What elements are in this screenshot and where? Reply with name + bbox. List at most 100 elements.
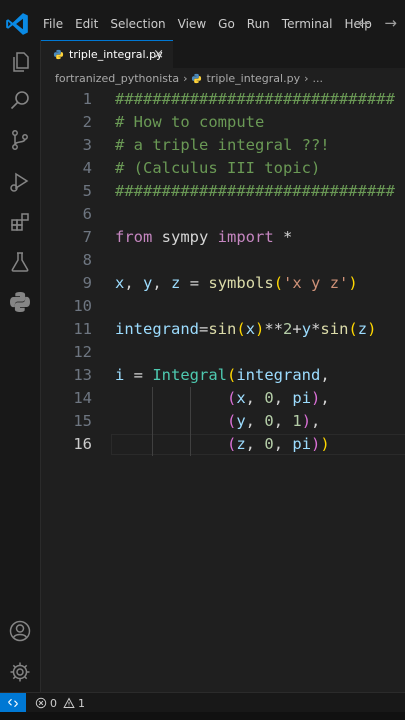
close-icon[interactable]: × — [153, 47, 164, 62]
navigation-arrows: ← → — [358, 14, 397, 32]
code-text: ############################## — [115, 88, 395, 111]
line-number: 1 — [82, 90, 92, 108]
code-line[interactable]: 8 — [41, 249, 405, 272]
remote-indicator-icon[interactable] — [0, 693, 26, 713]
code-text: (y, 0, 1), — [115, 410, 320, 433]
explorer-icon[interactable] — [8, 50, 32, 74]
indent-guide — [189, 387, 191, 456]
line-number: 8 — [82, 251, 92, 269]
manage-gear-icon[interactable] — [8, 660, 32, 684]
code-token: , — [245, 435, 265, 453]
code-line[interactable]: 6 — [41, 203, 405, 226]
chevron-right-icon: › — [183, 71, 188, 85]
code-token: , — [124, 274, 144, 292]
code-text: # a triple integral ??! — [115, 134, 330, 157]
code-token: , — [320, 366, 330, 384]
code-line[interactable]: 5 ############################## — [41, 180, 405, 203]
code-line[interactable]: 13 i = Integral(integrand, — [41, 364, 405, 387]
account-icon[interactable] — [8, 619, 32, 643]
code-token: 0 — [264, 435, 274, 453]
warning-count: 1 — [78, 696, 85, 710]
line-number: 3 — [82, 136, 92, 154]
code-line[interactable]: 10 — [41, 295, 405, 318]
tab-triple-integral[interactable]: triple_integral.py × — [41, 40, 173, 68]
line-number: 11 — [73, 320, 92, 338]
code-token: integrand — [236, 366, 321, 384]
code-token: import — [217, 228, 274, 246]
menu-edit[interactable]: Edit — [69, 17, 104, 31]
menu-file[interactable]: File — [37, 17, 69, 31]
error-icon — [35, 697, 47, 709]
source-control-icon[interactable] — [8, 128, 32, 152]
code-token: + — [292, 320, 302, 338]
line-number: 4 — [82, 159, 92, 177]
forward-arrow-icon[interactable]: → — [384, 14, 397, 32]
tab-label: triple_integral.py — [69, 48, 163, 61]
menu-selection[interactable]: Selection — [104, 17, 171, 31]
tab-bar: triple_integral.py × — [41, 40, 405, 68]
line-number: 14 — [73, 389, 92, 407]
code-token: i — [115, 366, 125, 384]
code-line[interactable]: 7 from sympy import * — [41, 226, 405, 249]
breadcrumb-more[interactable]: ... — [313, 72, 324, 85]
code-line[interactable]: 4 # (Calculus III topic) — [41, 157, 405, 180]
breadcrumb: fortranized_pythonista › triple_integral… — [41, 68, 405, 88]
code-line[interactable]: 1 ############################## — [41, 88, 405, 111]
code-line[interactable]: 12 — [41, 341, 405, 364]
search-icon[interactable] — [8, 88, 32, 112]
code-token: ( — [273, 274, 284, 292]
code-token: = — [124, 366, 153, 384]
code-text: ############################## — [115, 180, 395, 203]
code-token: x — [236, 389, 246, 407]
problems-indicator[interactable]: 0 1 — [35, 697, 85, 710]
code-line[interactable]: 16 (z, 0, pi)) — [41, 433, 405, 456]
code-token: , — [273, 412, 293, 430]
code-token: pi — [292, 435, 312, 453]
menu-terminal[interactable]: Terminal — [276, 17, 339, 31]
line-number: 7 — [82, 228, 92, 246]
code-token: ############################## — [115, 182, 395, 200]
code-token: ) — [255, 320, 265, 338]
code-token: 0 — [264, 412, 274, 430]
code-token: ) — [320, 435, 330, 453]
breadcrumb-file[interactable]: triple_integral.py — [206, 72, 300, 85]
code-text: # (Calculus III topic) — [115, 157, 320, 180]
code-token: sin — [208, 320, 237, 338]
code-token: ) — [367, 320, 377, 338]
run-debug-icon[interactable] — [8, 170, 32, 194]
code-line[interactable]: 2 # How to compute — [41, 111, 405, 134]
back-arrow-icon[interactable]: ← — [358, 14, 371, 32]
python-icon[interactable] — [8, 290, 32, 314]
code-text: from sympy import * — [115, 226, 292, 249]
testing-icon[interactable] — [8, 250, 32, 274]
code-token: z — [357, 320, 368, 338]
code-token: ) — [311, 389, 321, 407]
code-token: 'x y z' — [283, 274, 349, 292]
menu-go[interactable]: Go — [212, 17, 241, 31]
code-token: y — [143, 274, 153, 292]
code-editor[interactable]: 1 ############################## 2 # How to… — [41, 88, 405, 692]
code-line[interactable]: 15 (y, 0, 1), — [41, 410, 405, 433]
code-line[interactable]: 9 x, y, z = symbols('x y z') — [41, 272, 405, 295]
menu-run[interactable]: Run — [241, 17, 276, 31]
code-line[interactable]: 3 # a triple integral ??! — [41, 134, 405, 157]
code-text: (z, 0, pi)) — [115, 433, 330, 456]
code-token: , — [273, 435, 293, 453]
code-token: pi — [292, 389, 312, 407]
status-bar: 0 1 — [0, 692, 405, 713]
code-line[interactable]: 11 integrand=sin(x)**2+y*sin(z) — [41, 318, 405, 341]
code-token: y — [236, 412, 246, 430]
code-token: # How to compute — [115, 113, 265, 131]
code-text: integrand=sin(x)**2+y*sin(z) — [115, 318, 376, 341]
code-token: sin — [320, 320, 349, 338]
chevron-right-icon: › — [304, 71, 309, 85]
menu-view[interactable]: View — [172, 17, 212, 31]
breadcrumb-folder[interactable]: fortranized_pythonista — [55, 72, 179, 85]
bottom-strip — [0, 712, 405, 720]
extensions-icon[interactable] — [8, 210, 32, 234]
code-token: ) — [348, 274, 358, 292]
code-token: = — [199, 320, 209, 338]
code-line[interactable]: 14 (x, 0, pi), — [41, 387, 405, 410]
